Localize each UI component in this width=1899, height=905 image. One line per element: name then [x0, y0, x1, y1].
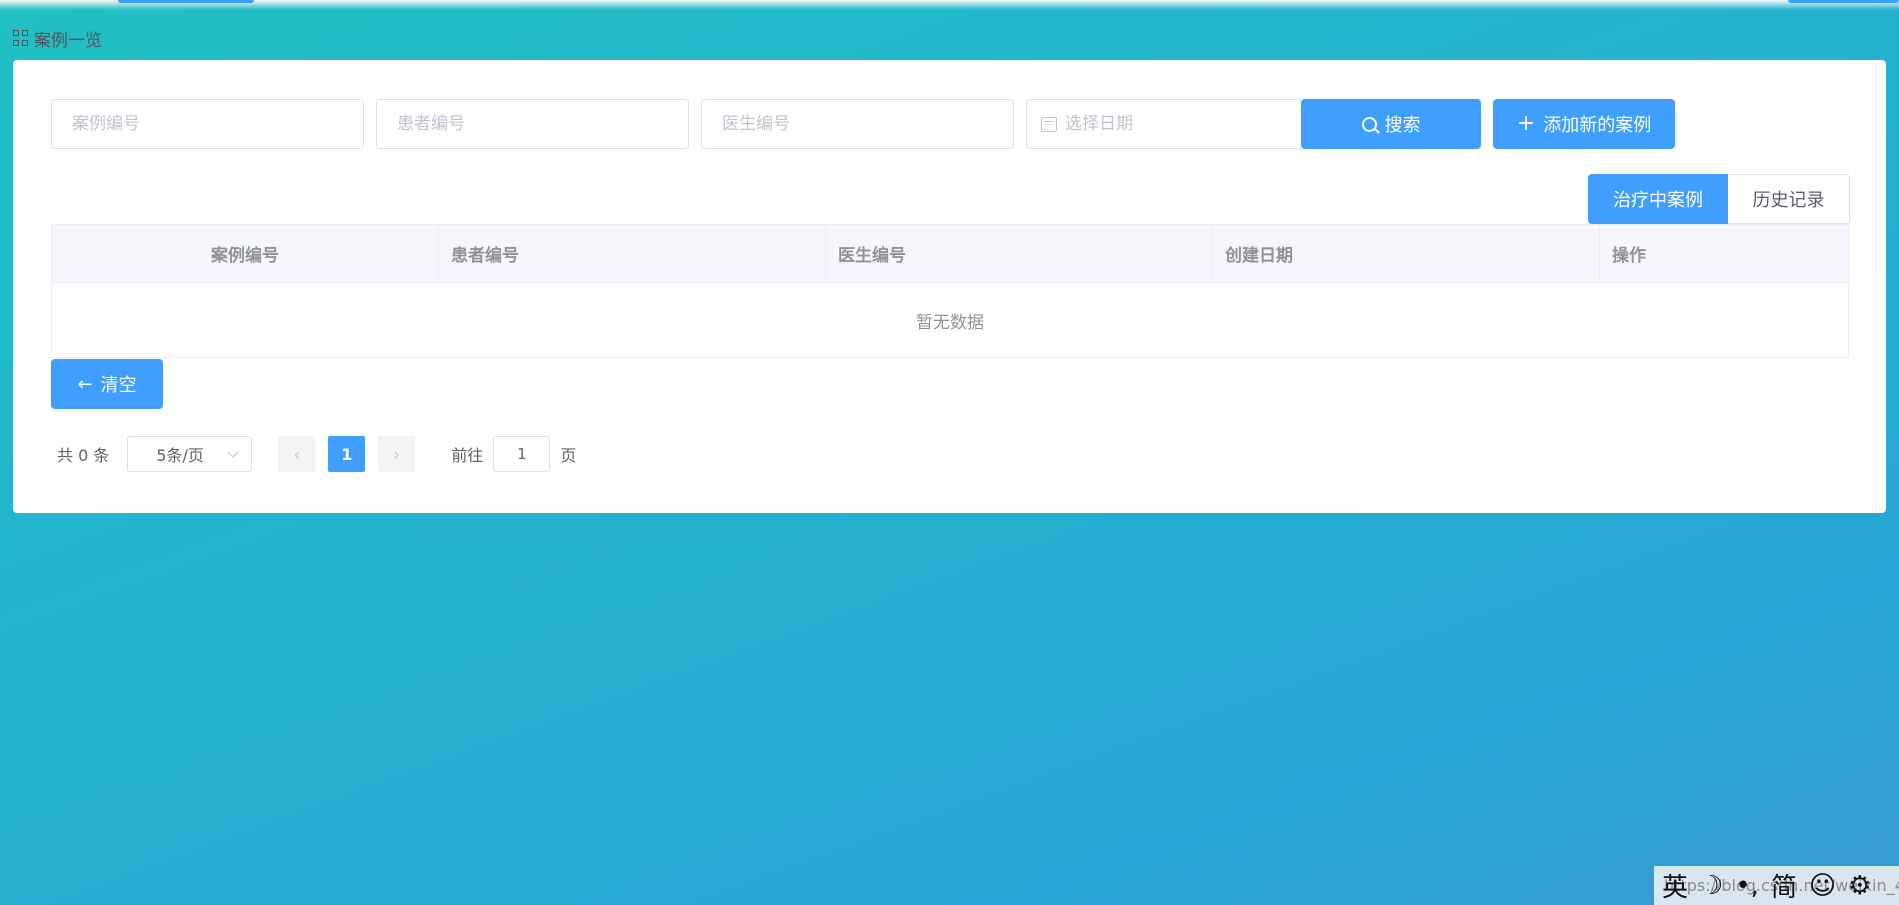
- top-nav-active-indicator: [118, 0, 254, 3]
- goto-suffix: 页: [560, 446, 577, 465]
- page-size-select[interactable]: 5条/页: [127, 436, 253, 472]
- add-case-button-label: 添加新的案例: [1543, 115, 1652, 136]
- clear-button-label: 清空: [100, 375, 137, 396]
- tab-history[interactable]: 历史记录: [1728, 174, 1850, 224]
- top-nav-right-indicator: [1788, 0, 1899, 3]
- ime-script-toggle[interactable]: 简: [1771, 867, 1797, 904]
- top-nav-strip: [0, 0, 1899, 10]
- plus-icon: +: [1516, 111, 1536, 136]
- chevron-down-icon: [227, 446, 240, 458]
- date-picker[interactable]: [1026, 99, 1316, 149]
- search-button-label: 搜索: [1384, 115, 1421, 136]
- page-size-value: 5条/页: [156, 446, 204, 465]
- smile-icon[interactable]: ☺: [1809, 871, 1836, 901]
- patient-number-input[interactable]: [376, 99, 689, 149]
- column-header-doctor-number: 医生编号: [826, 225, 1213, 282]
- goto-prefix: 前往: [451, 446, 484, 465]
- arrow-left-icon: ←: [77, 373, 93, 395]
- column-header-patient-number: 患者编号: [439, 225, 826, 282]
- search-button[interactable]: 搜索: [1301, 99, 1481, 149]
- page-title: 案例一览: [34, 30, 102, 51]
- pagination: 共 0 条 5条/页 ‹ 1 › 前往 页: [57, 436, 576, 472]
- column-header-case-number: 案例编号: [52, 225, 439, 282]
- goto-page-input[interactable]: [493, 436, 551, 472]
- chevron-right-icon: ›: [393, 444, 401, 464]
- ime-language-toggle[interactable]: 英: [1662, 867, 1688, 904]
- table-empty-state: 暂无数据: [916, 312, 984, 333]
- moon-icon[interactable]: ☽: [1700, 871, 1723, 901]
- chevron-left-icon: ‹: [293, 444, 301, 464]
- breadcrumb: 案例一览: [13, 26, 102, 51]
- case-view-toggle: 治疗中案例 历史记录: [1588, 174, 1850, 224]
- table-header: 案例编号 患者编号 医生编号 创建日期 操作: [52, 225, 1848, 283]
- calendar-icon: [1041, 116, 1057, 132]
- content-card: 搜索 + 添加新的案例 治疗中案例 历史记录 案例编号 患者编号 医生编号 创建…: [13, 60, 1886, 513]
- date-input[interactable]: [1065, 114, 1305, 134]
- search-icon: [1361, 116, 1377, 132]
- pagination-total: 共 0 条: [57, 446, 110, 465]
- case-number-input[interactable]: [51, 99, 364, 149]
- doctor-number-input[interactable]: [701, 99, 1014, 149]
- column-header-created-date: 创建日期: [1213, 225, 1600, 282]
- tab-in-treatment[interactable]: 治疗中案例: [1588, 174, 1728, 224]
- grid-icon: [13, 30, 29, 46]
- punctuation-icon[interactable]: •,: [1735, 871, 1759, 901]
- next-page-button[interactable]: ›: [378, 436, 416, 472]
- column-header-actions: 操作: [1612, 246, 1646, 266]
- add-case-button[interactable]: + 添加新的案例: [1493, 99, 1675, 149]
- gear-icon[interactable]: ⚙: [1848, 871, 1871, 901]
- case-table: 案例编号 患者编号 医生编号 创建日期 操作 暂无数据: [51, 224, 1849, 358]
- page-number-button[interactable]: 1: [328, 436, 366, 472]
- clear-button[interactable]: ← 清空: [51, 359, 163, 409]
- ime-toolbar: https://blog.csdn.net/weixin_4... 英 ☽ •,…: [1654, 866, 1899, 905]
- prev-page-button[interactable]: ‹: [278, 436, 316, 472]
